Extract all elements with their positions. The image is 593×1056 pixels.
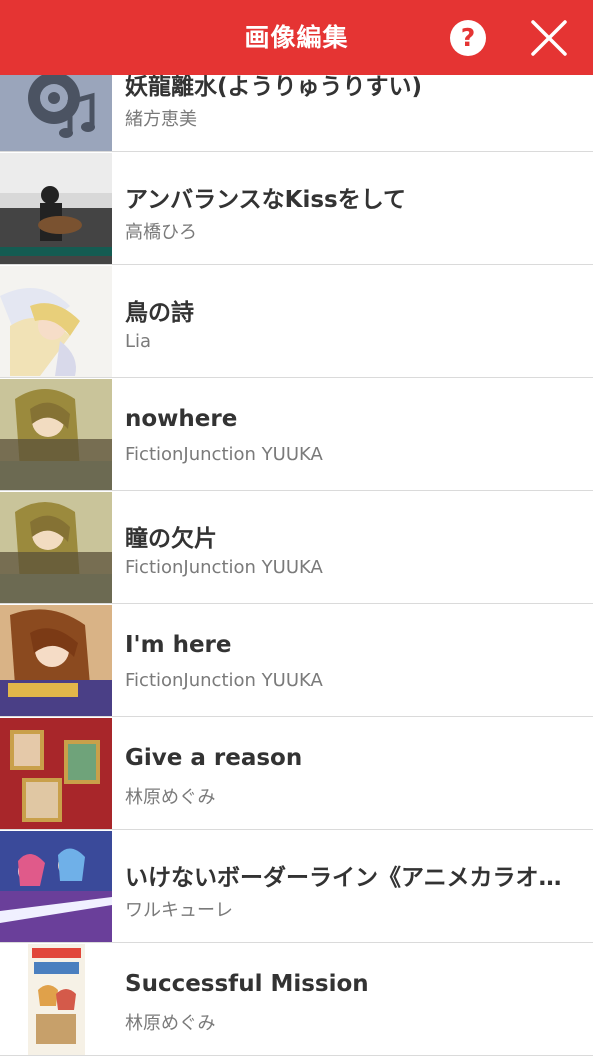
song-artist: Lia [125, 331, 152, 352]
help-icon: ? [460, 23, 476, 52]
help-button[interactable]: ? [450, 20, 486, 56]
song-row[interactable]: アンバランスなKissをして 高橋ひろ [0, 152, 593, 265]
song-title: Successful Mission [125, 971, 369, 997]
song-artist: ワルキューレ [125, 900, 233, 921]
song-artist: FictionJunction YUUKA [125, 444, 323, 465]
song-title: 鳥の詩 [125, 300, 194, 326]
song-row[interactable]: 瞳の欠片 FictionJunction YUUKA [0, 491, 593, 604]
song-artist: 林原めぐみ [125, 1013, 216, 1034]
song-artist: 緒方恵美 [125, 109, 197, 130]
song-title: nowhere [125, 406, 238, 432]
album-art-thumbnail [0, 831, 112, 942]
album-art-thumbnail [0, 153, 112, 264]
close-icon [531, 20, 567, 56]
song-row[interactable]: いけないボーダーライン《アニメカラオケ》 ワルキューレ [0, 830, 593, 943]
album-art-thumbnail [0, 266, 112, 377]
album-art-thumbnail [0, 605, 112, 716]
song-title: 瞳の欠片 [125, 526, 217, 552]
song-artist: 林原めぐみ [125, 787, 216, 808]
album-art-thumbnail [0, 718, 112, 829]
album-art-thumbnail [28, 944, 85, 1055]
song-artist: 高橋ひろ [125, 222, 197, 243]
song-list: 妖龍離水(ようりゅうりすい) 緒方恵美 アンバランスなKissをして 高橋ひろ [0, 39, 593, 1056]
album-art-thumbnail [0, 492, 112, 603]
album-art-thumbnail [0, 379, 112, 490]
song-artist: FictionJunction YUUKA [125, 670, 323, 691]
song-title: I'm here [125, 632, 232, 658]
song-row[interactable]: I'm here FictionJunction YUUKA [0, 604, 593, 717]
page-title: 画像編集 [244, 23, 349, 52]
song-title: いけないボーダーライン《アニメカラオケ》 [125, 865, 575, 891]
header-bar: 画像編集 ? [0, 0, 593, 75]
song-row[interactable]: nowhere FictionJunction YUUKA [0, 378, 593, 491]
song-title: アンバランスなKissをして [125, 187, 407, 213]
song-artist: FictionJunction YUUKA [125, 557, 323, 578]
close-button[interactable] [530, 19, 568, 57]
song-title: Give a reason [125, 745, 303, 771]
song-row[interactable]: Give a reason 林原めぐみ [0, 717, 593, 830]
song-row[interactable]: Successful Mission 林原めぐみ [0, 943, 593, 1056]
song-row[interactable]: 鳥の詩 Lia [0, 265, 593, 378]
